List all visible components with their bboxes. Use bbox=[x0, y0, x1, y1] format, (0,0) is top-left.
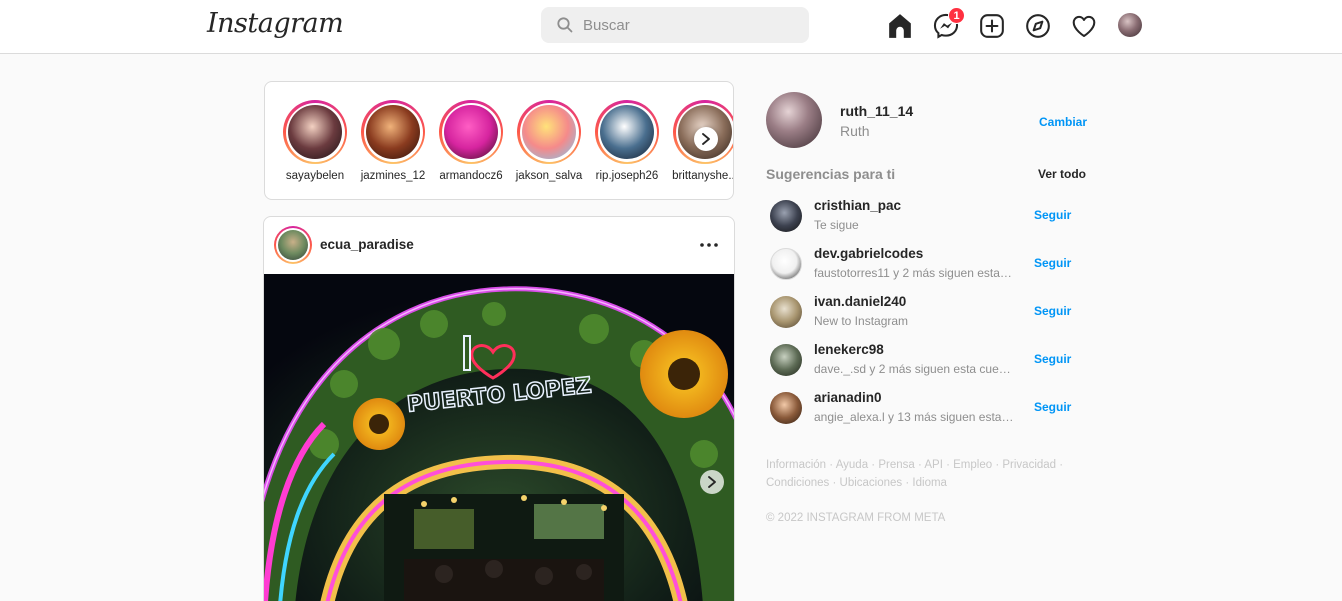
story-avatar bbox=[366, 105, 420, 159]
footer-link[interactable]: Prensa bbox=[878, 459, 914, 471]
suggestion-username[interactable]: lenekerc98 bbox=[814, 342, 884, 357]
suggestion-row: arianadin0 angie_alexa.l y 13 más siguen … bbox=[766, 390, 1086, 434]
footer-separator: · bbox=[868, 459, 879, 471]
suggestion-avatar[interactable] bbox=[770, 392, 802, 424]
story-ring bbox=[361, 100, 425, 164]
search-bar[interactable] bbox=[541, 7, 809, 43]
suggestion-subtitle: New to Instagram bbox=[814, 314, 909, 328]
footer-separator: · bbox=[829, 477, 840, 489]
messages-badge: 1 bbox=[948, 7, 965, 24]
story-avatar bbox=[444, 105, 498, 159]
suggestion-subtitle: Te sigue bbox=[814, 218, 859, 232]
current-user-avatar[interactable] bbox=[766, 92, 822, 148]
follow-button[interactable]: Seguir bbox=[1034, 304, 1071, 318]
suggestion-avatar[interactable] bbox=[770, 200, 802, 232]
story-avatar bbox=[600, 105, 654, 159]
follow-button[interactable]: Seguir bbox=[1034, 400, 1071, 414]
current-user-fullname: Ruth bbox=[840, 123, 870, 139]
story-avatar bbox=[288, 105, 342, 159]
footer-link[interactable]: Ubicaciones bbox=[840, 477, 903, 489]
copyright: © 2022 INSTAGRAM FROM META bbox=[766, 512, 946, 524]
footer-separator: · bbox=[914, 459, 925, 471]
follow-button[interactable]: Seguir bbox=[1034, 256, 1071, 270]
footer-link[interactable]: Ayuda bbox=[836, 459, 868, 471]
post-author-avatar[interactable] bbox=[274, 226, 312, 264]
home-icon[interactable] bbox=[887, 13, 913, 39]
story-username: sayaybelen bbox=[285, 170, 345, 182]
chevron-right-icon bbox=[708, 476, 716, 488]
switch-account-button[interactable]: Cambiar bbox=[1039, 115, 1087, 129]
suggestion-username[interactable]: cristhian_pac bbox=[814, 198, 901, 213]
story-ring bbox=[283, 100, 347, 164]
story-username: armandocz6 bbox=[439, 170, 503, 182]
post-image[interactable]: PUERTO LOPEZ bbox=[264, 274, 734, 601]
suggestion-row: ivan.daniel240 New to Instagram Seguir bbox=[766, 294, 1086, 338]
post-next-image-button[interactable] bbox=[700, 470, 724, 494]
suggestion-row: lenekerc98 dave._.sd y 2 más siguen esta … bbox=[766, 342, 1086, 386]
new-post-icon[interactable] bbox=[979, 13, 1005, 39]
suggestions-title: Sugerencias para ti bbox=[766, 166, 896, 182]
suggestion-username[interactable]: dev.gabrielcodes bbox=[814, 246, 923, 261]
suggestion-subtitle: angie_alexa.l y 13 más siguen esta cuent… bbox=[814, 410, 1014, 424]
footer-link[interactable]: API bbox=[924, 459, 943, 471]
feed-post: ecua_paradise PUERTO LOPEZ bbox=[263, 216, 735, 601]
see-all-suggestions-button[interactable]: Ver todo bbox=[1038, 167, 1086, 181]
suggestion-subtitle: dave._.sd y 2 más siguen esta cuenta bbox=[814, 362, 1014, 376]
suggestion-avatar[interactable] bbox=[770, 344, 802, 376]
footer-separator: · bbox=[992, 459, 1003, 471]
footer-link[interactable]: Privacidad bbox=[1002, 459, 1056, 471]
post-header: ecua_paradise bbox=[264, 217, 734, 274]
suggestion-username[interactable]: ivan.daniel240 bbox=[814, 294, 906, 309]
stories-tray: sayaybelen jazmines_12 armandocz6 jakson_sa… bbox=[264, 81, 734, 200]
stories-next-button[interactable] bbox=[694, 127, 718, 151]
story-username: jazmines_12 bbox=[360, 170, 426, 182]
story-avatar bbox=[522, 105, 576, 159]
suggestion-subtitle: faustotorres11 y 2 más siguen esta cuent… bbox=[814, 266, 1014, 280]
story-username: rip.joseph26 bbox=[595, 170, 659, 182]
footer-link[interactable]: Condiciones bbox=[766, 477, 829, 489]
post-photo-illustration: PUERTO LOPEZ bbox=[264, 274, 734, 601]
suggestion-row: dev.gabrielcodes faustotorres11 y 2 más s… bbox=[766, 246, 1086, 290]
post-author-username[interactable]: ecua_paradise bbox=[320, 237, 414, 252]
story-item[interactable]: jakson_salva bbox=[514, 100, 584, 182]
footer-separator: · bbox=[1056, 459, 1064, 471]
footer-separator: · bbox=[942, 459, 954, 471]
suggestion-username[interactable]: arianadin0 bbox=[814, 390, 882, 405]
search-input[interactable] bbox=[583, 7, 793, 43]
activity-heart-icon[interactable] bbox=[1071, 13, 1097, 39]
footer-separator: · bbox=[902, 477, 913, 489]
suggestion-avatar[interactable] bbox=[770, 248, 802, 280]
search-icon bbox=[557, 17, 573, 33]
follow-button[interactable]: Seguir bbox=[1034, 208, 1071, 222]
story-item[interactable]: sayaybelen bbox=[280, 100, 350, 182]
top-navigation-bar: Instagram 1 bbox=[0, 0, 1342, 54]
story-item[interactable]: rip.joseph26 bbox=[592, 100, 662, 182]
story-ring bbox=[595, 100, 659, 164]
footer-separator: · bbox=[826, 459, 836, 471]
chevron-right-icon bbox=[702, 133, 710, 145]
instagram-logo[interactable]: Instagram bbox=[207, 8, 344, 39]
story-username: jakson_salva bbox=[515, 170, 583, 182]
footer-link[interactable]: Empleo bbox=[953, 459, 992, 471]
footer-link[interactable]: Información bbox=[766, 459, 826, 471]
current-user-username[interactable]: ruth_11_14 bbox=[840, 103, 913, 119]
story-username: brittanyshe... bbox=[672, 170, 734, 182]
more-options-icon[interactable] bbox=[697, 235, 721, 255]
story-ring bbox=[517, 100, 581, 164]
story-ring bbox=[439, 100, 503, 164]
messenger-icon[interactable]: 1 bbox=[933, 7, 965, 39]
explore-icon[interactable] bbox=[1025, 13, 1051, 39]
profile-avatar[interactable] bbox=[1118, 13, 1142, 37]
follow-button[interactable]: Seguir bbox=[1034, 352, 1071, 366]
footer-link[interactable]: Idioma bbox=[912, 477, 947, 489]
suggestion-row: cristhian_pac Te sigue Seguir bbox=[766, 198, 1086, 242]
story-item[interactable]: armandocz6 bbox=[436, 100, 506, 182]
suggestion-avatar[interactable] bbox=[770, 296, 802, 328]
footer-links: Información · Ayuda · Prensa · API · Emp… bbox=[766, 456, 1076, 492]
story-item[interactable]: jazmines_12 bbox=[358, 100, 428, 182]
